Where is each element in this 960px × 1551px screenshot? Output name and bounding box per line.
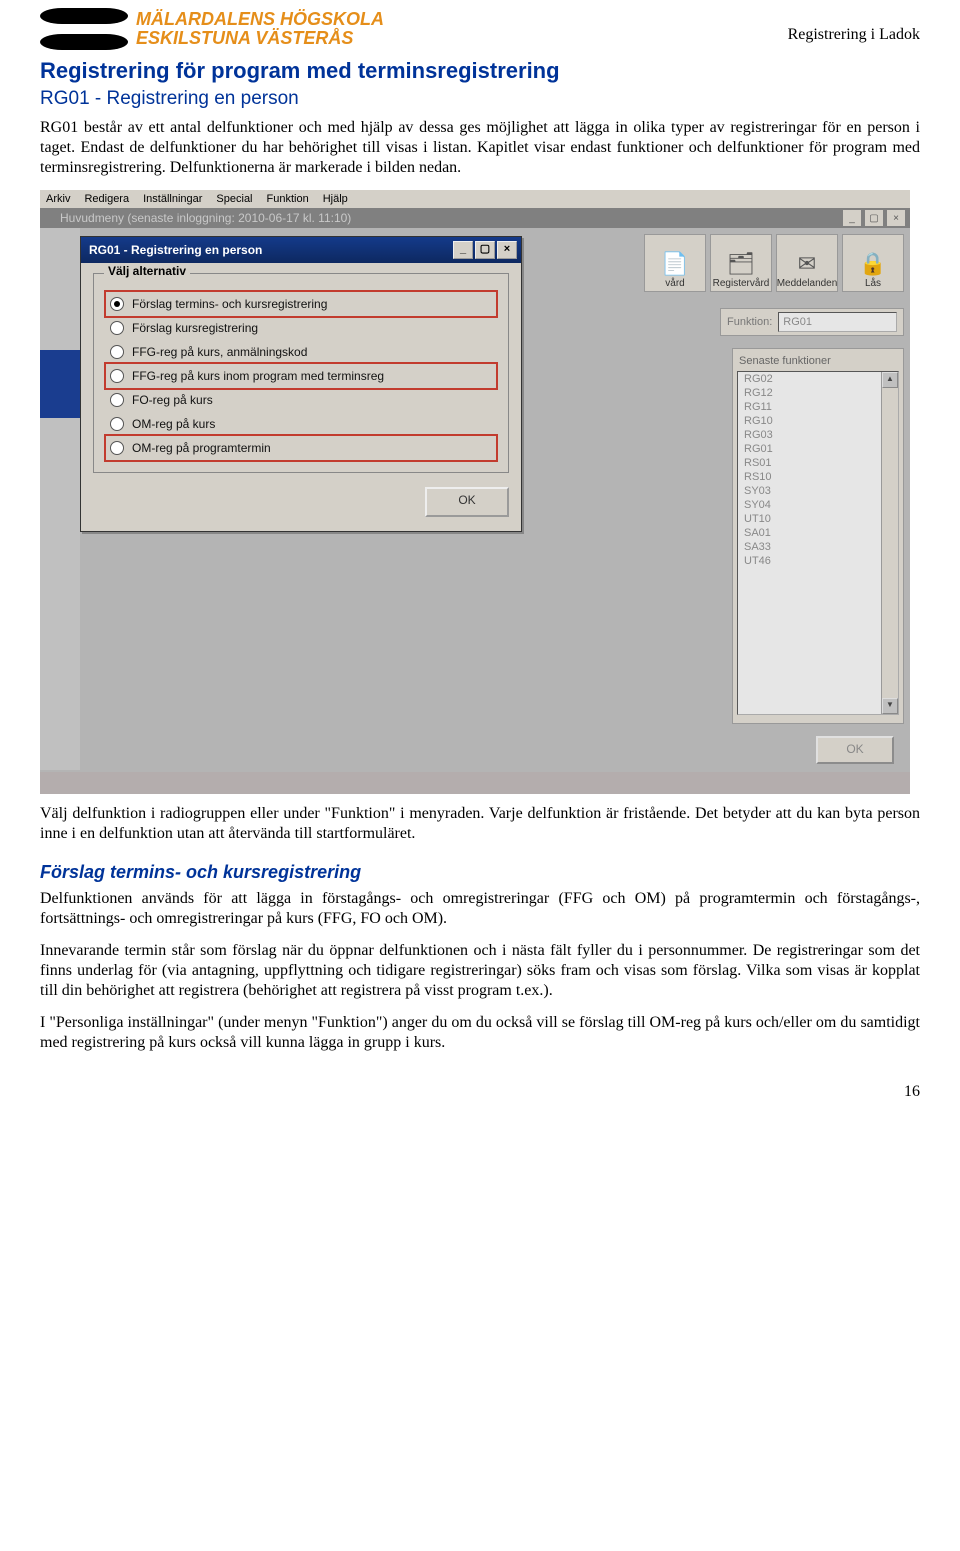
menu-item[interactable]: Funktion bbox=[267, 193, 309, 205]
paragraph-3: Delfunktionen används för att lägga in f… bbox=[40, 889, 920, 929]
close-icon[interactable]: × bbox=[497, 241, 517, 259]
recent-functions-panel: Senaste funktioner RG02 RG12 RG11 RG10 R… bbox=[732, 348, 904, 724]
toolbar-item-meddelanden[interactable]: ✉ Meddelanden bbox=[776, 234, 838, 292]
rg01-dialog: RG01 - Registrering en person _ ▢ × Välj… bbox=[80, 236, 522, 532]
heading-sub: RG01 - Registrering en person bbox=[40, 88, 920, 110]
menu-item[interactable]: Arkiv bbox=[46, 193, 70, 205]
menu-item[interactable]: Inställningar bbox=[143, 193, 202, 205]
funktion-value: RG01 bbox=[783, 316, 812, 328]
toolbar-label: Lås bbox=[865, 278, 881, 289]
menu-item[interactable]: Hjälp bbox=[323, 193, 348, 205]
menu-item[interactable]: Redigera bbox=[84, 193, 129, 205]
radio-icon[interactable] bbox=[110, 369, 124, 383]
radio-label: FO-reg på kurs bbox=[132, 393, 213, 407]
intro-paragraph: RG01 består av ett antal delfunktioner o… bbox=[40, 118, 920, 178]
group-legend: Välj alternativ bbox=[104, 264, 190, 278]
radio-forslag-termins-kurs[interactable]: Förslag termins- och kursregistrering bbox=[106, 292, 496, 316]
toolbar-label: vård bbox=[665, 278, 684, 289]
list-item[interactable]: RS01 bbox=[738, 456, 898, 470]
heading-main: Registrering för program med terminsregi… bbox=[40, 58, 920, 84]
list-item[interactable]: SA01 bbox=[738, 526, 898, 540]
list-item[interactable]: UT10 bbox=[738, 512, 898, 526]
list-item[interactable]: RG03 bbox=[738, 428, 898, 442]
scroll-up-icon[interactable]: ▲ bbox=[882, 372, 898, 388]
list-item[interactable]: RG12 bbox=[738, 386, 898, 400]
dialog-title-text: RG01 - Registrering en person bbox=[89, 243, 262, 257]
minimize-icon[interactable]: _ bbox=[453, 241, 473, 259]
close-icon[interactable]: × bbox=[886, 209, 906, 227]
list-item[interactable]: SY04 bbox=[738, 498, 898, 512]
list-item[interactable]: SY03 bbox=[738, 484, 898, 498]
list-item[interactable]: RS10 bbox=[738, 470, 898, 484]
mail-icon: ✉ bbox=[798, 250, 816, 278]
doc-running-title: Registrering i Ladok bbox=[788, 26, 920, 44]
toolbar-item-las[interactable]: 🔒 Lås bbox=[842, 234, 904, 292]
ladok-screenshot: Arkiv Redigera Inställningar Special Fun… bbox=[40, 190, 910, 794]
list-item[interactable]: RG02 bbox=[738, 372, 898, 386]
cabinet-icon: 🗂 bbox=[727, 250, 755, 278]
paragraph-5: I "Personliga inställningar" (under meny… bbox=[40, 1013, 920, 1053]
radio-label: OM-reg på programtermin bbox=[132, 441, 271, 455]
maximize-icon[interactable]: ▢ bbox=[864, 209, 884, 227]
minimize-icon[interactable]: _ bbox=[842, 209, 862, 227]
ok-button[interactable]: OK bbox=[425, 487, 509, 517]
paragraph-2: Välj delfunktion i radiogruppen eller un… bbox=[40, 804, 920, 844]
radio-label: FFG-reg på kurs inom program med termins… bbox=[132, 369, 384, 383]
radio-ffg-program-terminsreg[interactable]: FFG-reg på kurs inom program med termins… bbox=[106, 364, 496, 388]
paragraph-4: Innevarande termin står som förslag när … bbox=[40, 941, 920, 1001]
scroll-down-icon[interactable]: ▼ bbox=[882, 698, 898, 714]
radio-icon[interactable] bbox=[110, 345, 124, 359]
radio-label: FFG-reg på kurs, anmälningskod bbox=[132, 345, 307, 359]
main-window-title: Huvudmeny (senaste inloggning: 2010-06-1… bbox=[60, 211, 351, 225]
left-selection-strip bbox=[40, 350, 80, 418]
radio-label: Förslag kursregistrering bbox=[132, 321, 258, 335]
radio-om-kurs[interactable]: OM-reg på kurs bbox=[106, 412, 496, 436]
lock-icon: 🔒 bbox=[859, 250, 886, 278]
status-line bbox=[74, 670, 728, 690]
list-item[interactable]: SA33 bbox=[738, 540, 898, 554]
funktion-input[interactable]: RG01 bbox=[778, 312, 897, 332]
radio-icon[interactable] bbox=[110, 321, 124, 335]
toolbar-label: Registervård bbox=[713, 278, 770, 289]
radio-icon[interactable] bbox=[110, 417, 124, 431]
dialog-titlebar[interactable]: RG01 - Registrering en person _ ▢ × bbox=[81, 237, 521, 263]
page-header: MÄLARDALENS HÖGSKOLA ESKILSTUNA VÄSTERÅS… bbox=[40, 0, 920, 50]
list-item[interactable]: UT46 bbox=[738, 554, 898, 568]
page-number: 16 bbox=[40, 1065, 920, 1101]
menu-bar[interactable]: Arkiv Redigera Inställningar Special Fun… bbox=[40, 190, 910, 208]
heading-forslag: Förslag termins- och kursregistrering bbox=[40, 862, 920, 883]
toolbar-label: Meddelanden bbox=[777, 278, 838, 289]
toolbar-item-vard[interactable]: 📄 vård bbox=[644, 234, 706, 292]
document-icon: 📄 bbox=[661, 250, 688, 278]
maximize-icon[interactable]: ▢ bbox=[475, 241, 495, 259]
menu-item[interactable]: Special bbox=[216, 193, 252, 205]
bottom-status-bar bbox=[40, 772, 910, 794]
recent-functions-header: Senaste funktioner bbox=[733, 353, 903, 371]
radio-icon[interactable] bbox=[110, 297, 124, 311]
logo-line2: ESKILSTUNA VÄSTERÅS bbox=[136, 29, 384, 48]
funktion-label: Funktion: bbox=[727, 316, 772, 328]
list-item[interactable]: RG01 bbox=[738, 442, 898, 456]
toolbar-item-registervard[interactable]: 🗂 Registervård bbox=[710, 234, 772, 292]
list-item[interactable]: RG11 bbox=[738, 400, 898, 414]
funktion-field: Funktion: RG01 bbox=[720, 308, 904, 336]
radio-label: Förslag termins- och kursregistrering bbox=[132, 297, 327, 311]
radio-icon[interactable] bbox=[110, 441, 124, 455]
logo: MÄLARDALENS HÖGSKOLA ESKILSTUNA VÄSTERÅS bbox=[40, 8, 384, 50]
list-item[interactable]: RG10 bbox=[738, 414, 898, 428]
radio-om-programtermin[interactable]: OM-reg på programtermin bbox=[106, 436, 496, 460]
scrollbar[interactable]: ▲ ▼ bbox=[881, 372, 898, 714]
recent-functions-list[interactable]: RG02 RG12 RG11 RG10 RG03 RG01 RS01 RS10 … bbox=[737, 371, 899, 715]
main-window-titlebar: Huvudmeny (senaste inloggning: 2010-06-1… bbox=[40, 208, 910, 228]
radio-icon[interactable] bbox=[110, 393, 124, 407]
logo-mark-icon bbox=[40, 8, 128, 50]
logo-line1: MÄLARDALENS HÖGSKOLA bbox=[136, 10, 384, 29]
radio-fo-kurs[interactable]: FO-reg på kurs bbox=[106, 388, 496, 412]
radio-group: Välj alternativ Förslag termins- och kur… bbox=[93, 273, 509, 473]
radio-label: OM-reg på kurs bbox=[132, 417, 215, 431]
toolbar: 📄 vård 🗂 Registervård ✉ Meddelanden 🔒 Lå… bbox=[644, 234, 904, 292]
ok-button-sidebar[interactable]: OK bbox=[816, 736, 894, 764]
radio-ffg-anmalningskod[interactable]: FFG-reg på kurs, anmälningskod bbox=[106, 340, 496, 364]
radio-forslag-kurs[interactable]: Förslag kursregistrering bbox=[106, 316, 496, 340]
